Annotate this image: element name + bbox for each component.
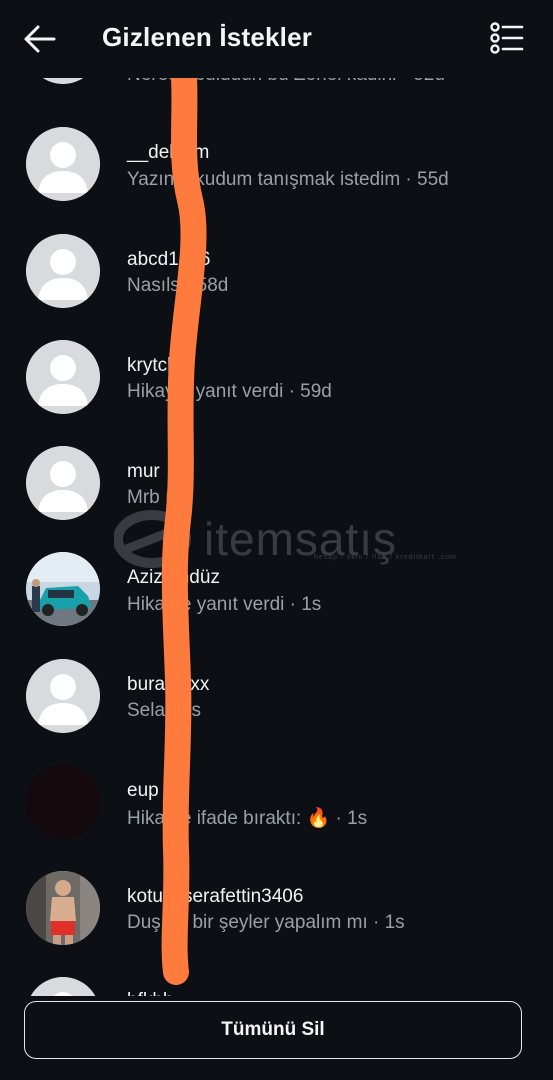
request-message: Mrb ıs — [127, 487, 180, 508]
avatar — [26, 765, 100, 839]
request-username: mur — [127, 461, 160, 482]
avatar — [26, 871, 100, 945]
page-title: Gizlenen İstekler — [102, 22, 313, 52]
request-message: Selan 1s — [127, 700, 201, 721]
avatar — [26, 340, 100, 414]
request-row[interactable]: krytcl Hikay e yanıt verdi · 59d — [0, 323, 553, 429]
avatar — [26, 234, 100, 308]
avatar — [26, 127, 100, 201]
arrow-left-icon[interactable] — [22, 22, 58, 56]
request-row[interactable]: kotu diserafettin3406 Duş ım bir şeyler … — [0, 854, 553, 960]
list-filter-icon[interactable] — [489, 20, 525, 56]
request-row[interactable]: Aziz ündüz Hika ne yanıt verdi · 1s — [0, 535, 553, 641]
request-message: Hika ne ifade bıraktı: 🔥 · 1s — [127, 808, 368, 829]
request-row[interactable]: bfkhh — [0, 960, 553, 1000]
avatar — [26, 552, 100, 626]
request-message: Nasıls · 58d — [127, 275, 229, 296]
request-message: Hikay e yanıt verdi · 59d — [127, 381, 332, 402]
request-message: Duş ım bir şeyler yapalım mı · 1s — [127, 912, 405, 933]
avatar — [26, 446, 100, 520]
request-username: kotu diserafettin3406 — [127, 886, 304, 907]
request-message: Hika ne yanıt verdi · 1s — [127, 594, 322, 615]
bottom-bar: Tümünü Sil — [0, 996, 553, 1080]
request-username: bura eyxx — [127, 674, 210, 695]
request-username: Aziz ündüz — [127, 567, 220, 588]
request-row[interactable]: __deli am Yazını okudum tanışmak istedim… — [0, 110, 553, 216]
request-message: Yazını okudum tanışmak istedim · 55d — [127, 169, 449, 190]
request-username: abcd1 6.6 — [127, 249, 211, 270]
request-row[interactable]: bura eyxx Selan 1s — [0, 642, 553, 748]
request-row[interactable]: abcd1 6.6 Nasıls · 58d — [0, 217, 553, 323]
request-list: Nerede bulduun bu Zehel kadini · 52d __d… — [0, 0, 553, 1000]
top-bar: Gizlenen İstekler — [0, 0, 553, 78]
delete-all-button[interactable]: Tümünü Sil — [24, 1001, 522, 1059]
request-username: eup — [127, 780, 159, 801]
request-row[interactable]: mur Mrb ıs — [0, 429, 553, 535]
request-username: __deli am — [127, 142, 210, 163]
request-username: krytcl — [127, 355, 172, 376]
avatar — [26, 659, 100, 733]
request-row[interactable]: eup Hika ne ifade bıraktı: 🔥 · 1s — [0, 748, 553, 854]
